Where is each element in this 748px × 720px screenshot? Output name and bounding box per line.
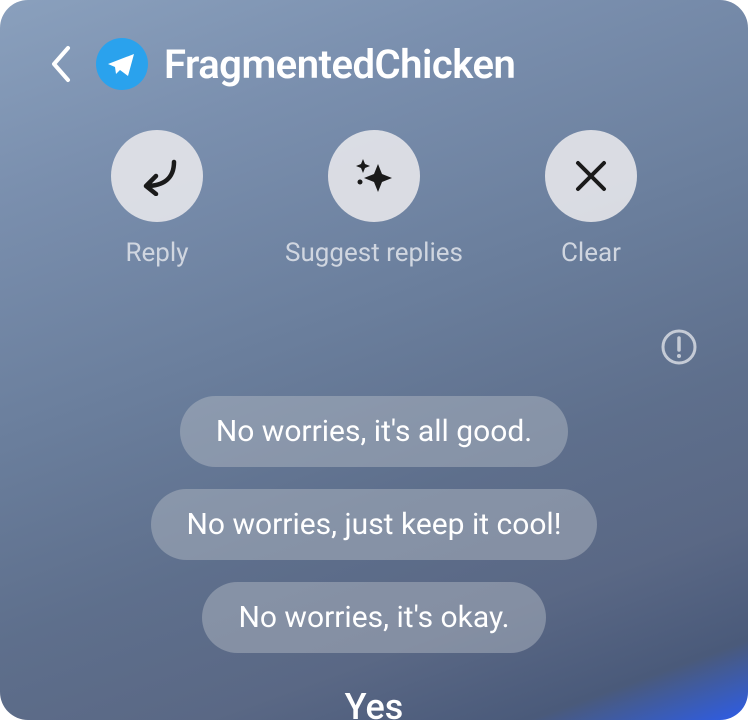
info-button[interactable]	[660, 328, 698, 366]
header: FragmentedChicken	[0, 0, 748, 120]
sparkle-icon	[350, 152, 398, 200]
footer: Yes	[0, 678, 748, 720]
back-button[interactable]	[40, 44, 80, 84]
reply-icon	[134, 156, 180, 196]
actions-row: Reply Suggest replies	[0, 120, 748, 268]
chat-title[interactable]: FragmentedChicken	[164, 41, 515, 88]
footer-label[interactable]: Yes	[345, 686, 404, 720]
suggestion-chip[interactable]: No worries, just keep it cool!	[151, 489, 598, 560]
clear-label: Clear	[561, 238, 621, 268]
chevron-left-icon	[48, 44, 72, 84]
suggest-replies-button[interactable]: Suggest replies	[285, 130, 463, 268]
reply-button[interactable]: Reply	[111, 130, 203, 268]
clear-button[interactable]: Clear	[545, 130, 637, 268]
info-icon	[660, 328, 698, 366]
telegram-icon	[96, 38, 148, 90]
close-icon	[572, 157, 610, 195]
suggestion-list: No worries, it's all good. No worries, j…	[0, 366, 748, 653]
reply-label: Reply	[126, 238, 189, 268]
suggest-label: Suggest replies	[285, 238, 463, 268]
suggestion-chip[interactable]: No worries, it's all good.	[180, 396, 568, 467]
suggestion-chip[interactable]: No worries, it's okay.	[202, 582, 545, 653]
notification-panel: FragmentedChicken Reply	[0, 0, 748, 720]
